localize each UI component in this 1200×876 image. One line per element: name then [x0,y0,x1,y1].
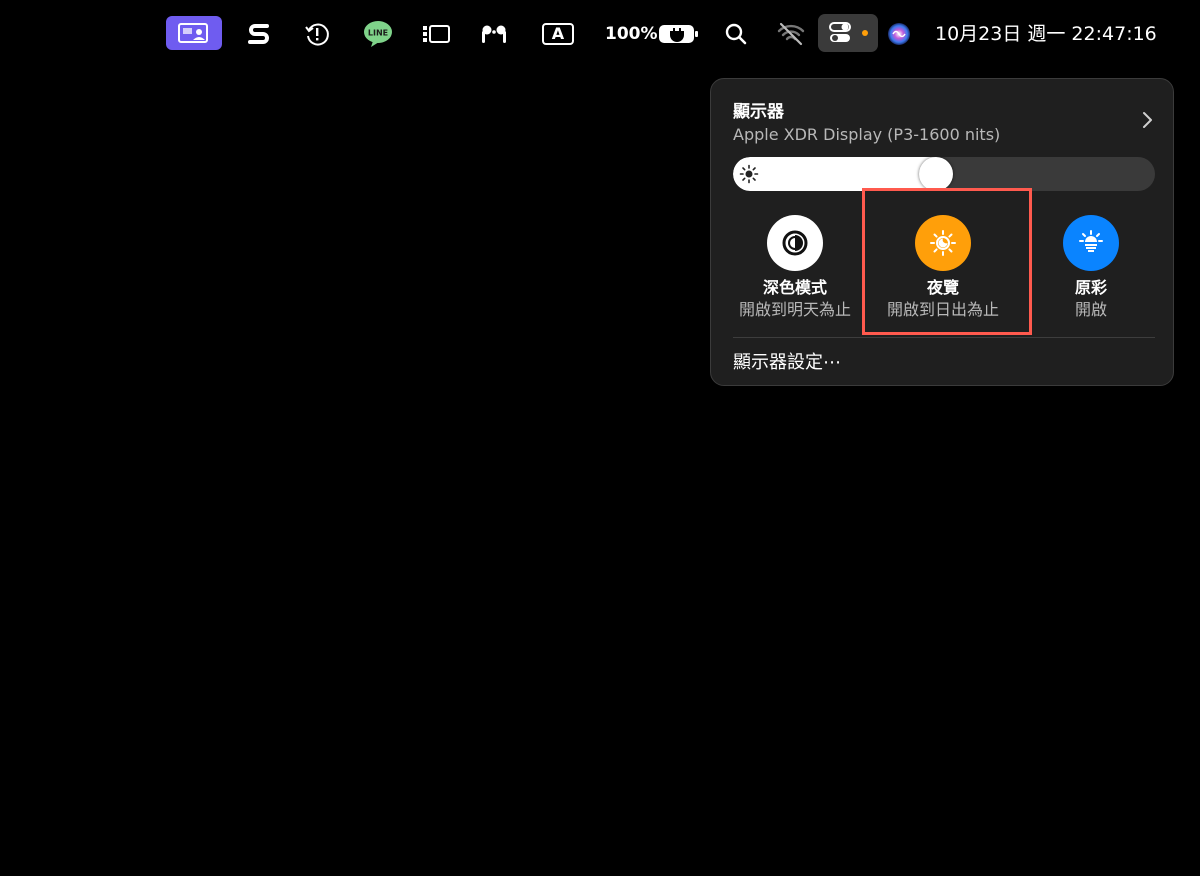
dark-mode-status: 開啟到明天為止 [738,300,851,319]
true-tone-status: 開啟 [1074,300,1107,319]
menu-bar: LINE A 100% 10月23日 週一 22:47:16 [0,0,1200,68]
stage-manager-icon[interactable] [420,16,452,52]
panel-title: 顯示器 [733,102,784,122]
control-center-icon[interactable] [818,14,878,52]
recording-indicator-dot [862,30,868,36]
dark-mode-icon[interactable] [767,215,823,271]
s-app-icon[interactable] [244,16,274,52]
airpods-icon[interactable] [478,16,510,52]
display-settings-link[interactable]: 顯示器設定⋯ [733,351,841,375]
line-app-icon[interactable]: LINE [362,16,394,52]
brightness-slider-knob[interactable] [919,157,953,191]
wifi-off-icon[interactable] [776,16,806,52]
screen-share-icon[interactable] [166,16,222,50]
dark-mode-toggle[interactable]: 深色模式 開啟到明天為止 [728,215,862,327]
time-machine-icon[interactable] [302,16,332,52]
true-tone-label: 原彩 [1074,278,1107,297]
search-icon[interactable] [722,16,750,52]
true-tone-toggle[interactable]: 原彩 開啟 [1024,215,1158,327]
menubar-clock[interactable]: 10月23日 週一 22:47:16 [935,20,1157,48]
battery-percent[interactable]: 100% [605,20,658,48]
brightness-slider[interactable] [733,157,1155,191]
siri-icon[interactable] [886,16,912,52]
svg-text:LINE: LINE [368,29,388,38]
night-shift-highlight-box [862,188,1032,335]
brightness-slider-fill [733,157,936,191]
panel-subtitle: Apple XDR Display (P3-1600 nits) [733,125,1001,144]
input-source-label: A [542,23,574,45]
panel-divider [733,337,1155,338]
dark-mode-label: 深色模式 [762,278,827,297]
battery-icon[interactable] [657,16,701,52]
input-source-icon[interactable]: A [540,16,576,52]
true-tone-icon[interactable] [1063,215,1119,271]
brightness-sun-icon [739,164,759,184]
chevron-right-icon[interactable] [1139,109,1155,131]
